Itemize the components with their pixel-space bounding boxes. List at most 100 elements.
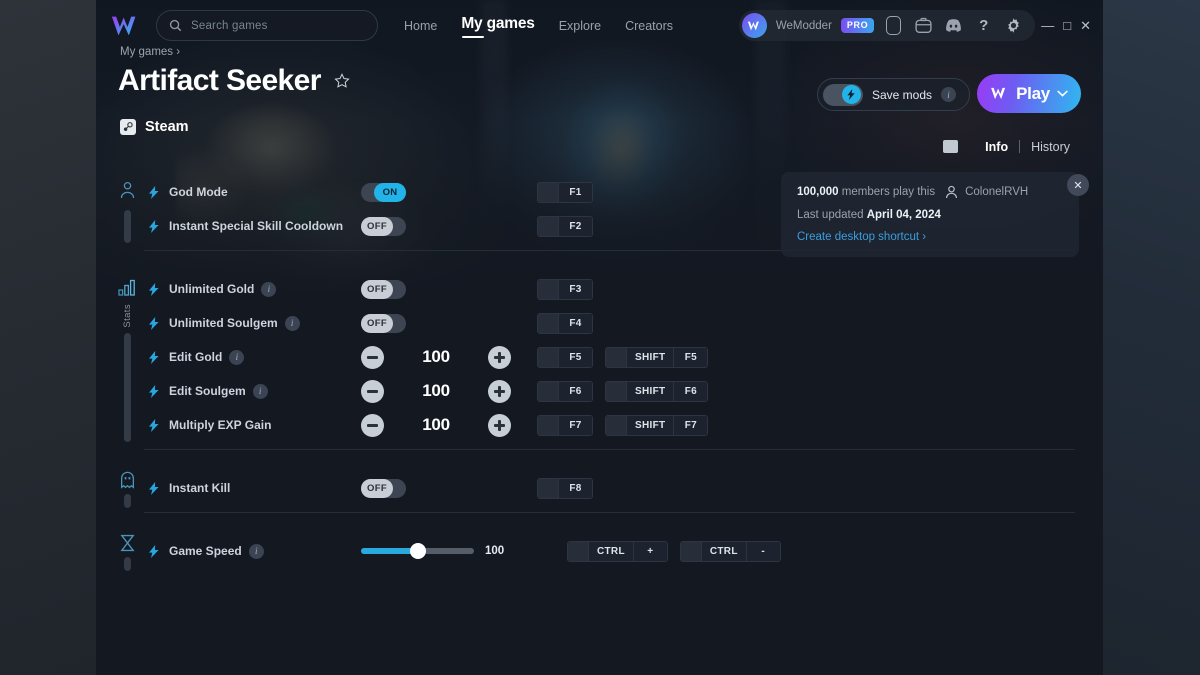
increment-button[interactable]	[488, 379, 511, 403]
hotkey-lead	[568, 541, 588, 561]
avatar[interactable]	[741, 13, 767, 38]
decrement-button[interactable]	[361, 345, 384, 369]
cheat-row: Multiply EXP Gain 100 F7 SHIFT F7	[96, 408, 1103, 442]
slider-knob[interactable]	[409, 543, 426, 559]
hotkey-lead	[538, 347, 558, 367]
info-icon[interactable]: i	[941, 87, 956, 102]
star-outline-icon[interactable]	[334, 73, 350, 89]
hotkey-key: SHIFT	[626, 347, 674, 367]
hotkey-lead	[538, 478, 558, 498]
bolt-icon	[149, 481, 159, 495]
platform-label: Steam	[145, 119, 189, 135]
cheat-toggle[interactable]: ON	[361, 182, 406, 202]
hotkey-chip[interactable]: F7	[537, 414, 593, 436]
hotkey-chip[interactable]: F3	[537, 278, 593, 300]
group-separator	[144, 512, 1075, 513]
hotkey-key: F2	[558, 216, 592, 236]
cheat-toggle[interactable]: OFF	[361, 279, 406, 299]
increment-button[interactable]	[488, 413, 511, 437]
close-button[interactable]: ✕	[1080, 19, 1091, 32]
hotkey-chip[interactable]: F8	[537, 477, 593, 499]
increment-button[interactable]	[488, 345, 511, 369]
discord-icon[interactable]	[943, 15, 964, 36]
hotkey-lead	[606, 381, 626, 401]
save-mods-toggle[interactable]: Save mods i	[816, 78, 970, 111]
info-icon[interactable]: i	[261, 281, 277, 297]
hotkey-lead	[606, 347, 626, 367]
info-icon[interactable]: i	[248, 543, 264, 559]
briefcase-icon[interactable]	[913, 15, 934, 36]
bolt-icon	[149, 219, 159, 233]
group-label: Stats	[121, 304, 133, 328]
group-indicator-bar	[123, 494, 131, 508]
hotkey-key: -	[745, 541, 780, 561]
hotkey-lead	[538, 216, 558, 236]
hotkey-key: +	[632, 541, 667, 561]
save-mods-switch[interactable]	[822, 83, 863, 106]
hotkey-chip[interactable]: F2	[537, 215, 593, 237]
group-indicator-bar	[123, 332, 131, 442]
create-desktop-shortcut-link[interactable]: Create desktop shortcut ›	[797, 231, 1063, 243]
hotkey-key: F4	[558, 313, 592, 333]
hotkey-group: CTRL + CTRL -	[567, 540, 781, 562]
hotkey-key: F7	[558, 415, 592, 435]
minimize-button[interactable]: —	[1041, 19, 1054, 32]
hotkey-chip[interactable]: F4	[537, 312, 593, 334]
cheat-name: Multiply EXP Gain	[169, 418, 272, 432]
play-label: Play	[1016, 83, 1050, 103]
hotkey-chip[interactable]: F1	[537, 181, 593, 203]
author-name[interactable]: ColonelRVH	[965, 186, 1028, 198]
hotkey-chip[interactable]: F5	[537, 346, 593, 368]
info-icon[interactable]: i	[252, 383, 268, 399]
close-icon[interactable]: ✕	[1067, 174, 1089, 196]
hotkey-chip[interactable]: SHIFT F5	[605, 346, 709, 368]
game-speed-slider[interactable]	[361, 543, 474, 559]
decrement-button[interactable]	[361, 379, 384, 403]
hotkey-key: F6	[673, 381, 708, 401]
cheat-toggle[interactable]: OFF	[361, 313, 406, 333]
gear-icon[interactable]	[1003, 15, 1024, 36]
decrement-button[interactable]	[361, 413, 384, 437]
hotkey-chip[interactable]: SHIFT F7	[605, 414, 709, 436]
info-icon[interactable]: i	[284, 315, 300, 331]
cheat-group: Game Speed i 100 CTRL + CTRL -	[96, 534, 1103, 571]
group-rail: Stats	[114, 272, 140, 442]
bolt-icon	[149, 316, 159, 330]
hotkey-chip[interactable]: F6	[537, 380, 593, 402]
bolt-icon	[146, 350, 162, 364]
username: WeModder	[775, 19, 832, 32]
hotkey-group: F3	[537, 278, 593, 300]
hotkey-chip[interactable]: CTRL -	[679, 540, 781, 562]
player-icon	[119, 175, 136, 205]
nav-item-creators[interactable]: Creators	[625, 19, 673, 36]
nav-item-explore[interactable]: Explore	[559, 19, 601, 36]
info-icon[interactable]: i	[229, 349, 245, 365]
bolt-icon	[149, 350, 159, 364]
cheat-row: Edit Soulgem i 100 F6 SHIFT F6	[96, 374, 1103, 408]
stats-icon	[118, 272, 136, 302]
hotkey-group: F5 SHIFT F5	[537, 346, 709, 368]
toggle-state-label: ON	[374, 182, 406, 202]
cheat-row: Unlimited Gold i OFF F3	[96, 272, 1103, 306]
help-icon[interactable]: ?	[973, 15, 994, 36]
hotkey-lead	[538, 182, 558, 202]
hotkey-key: CTRL	[588, 541, 633, 561]
search-input[interactable]: Search games	[156, 10, 378, 41]
hotkey-lead	[538, 415, 558, 435]
cheat-toggle[interactable]: OFF	[361, 478, 406, 498]
wemodder-logo-icon[interactable]	[110, 13, 142, 39]
cheat-toggle[interactable]: OFF	[361, 216, 406, 236]
maximize-button[interactable]: □	[1063, 19, 1071, 32]
hotkey-chip[interactable]: CTRL +	[567, 540, 668, 562]
phone-icon[interactable]	[883, 15, 904, 36]
hotkey-chip[interactable]: SHIFT F6	[605, 380, 709, 402]
chevron-down-icon[interactable]	[1057, 90, 1068, 97]
nav-item-my-games[interactable]: My games	[461, 15, 535, 38]
play-button[interactable]: Play	[977, 74, 1081, 113]
tab-info[interactable]: Info	[974, 140, 1019, 154]
panel-icon[interactable]	[943, 140, 959, 153]
bolt-icon	[146, 544, 162, 558]
tab-history[interactable]: History	[1020, 140, 1081, 154]
nav-item-home[interactable]: Home	[404, 19, 437, 36]
hotkey-group: F2	[537, 215, 593, 237]
